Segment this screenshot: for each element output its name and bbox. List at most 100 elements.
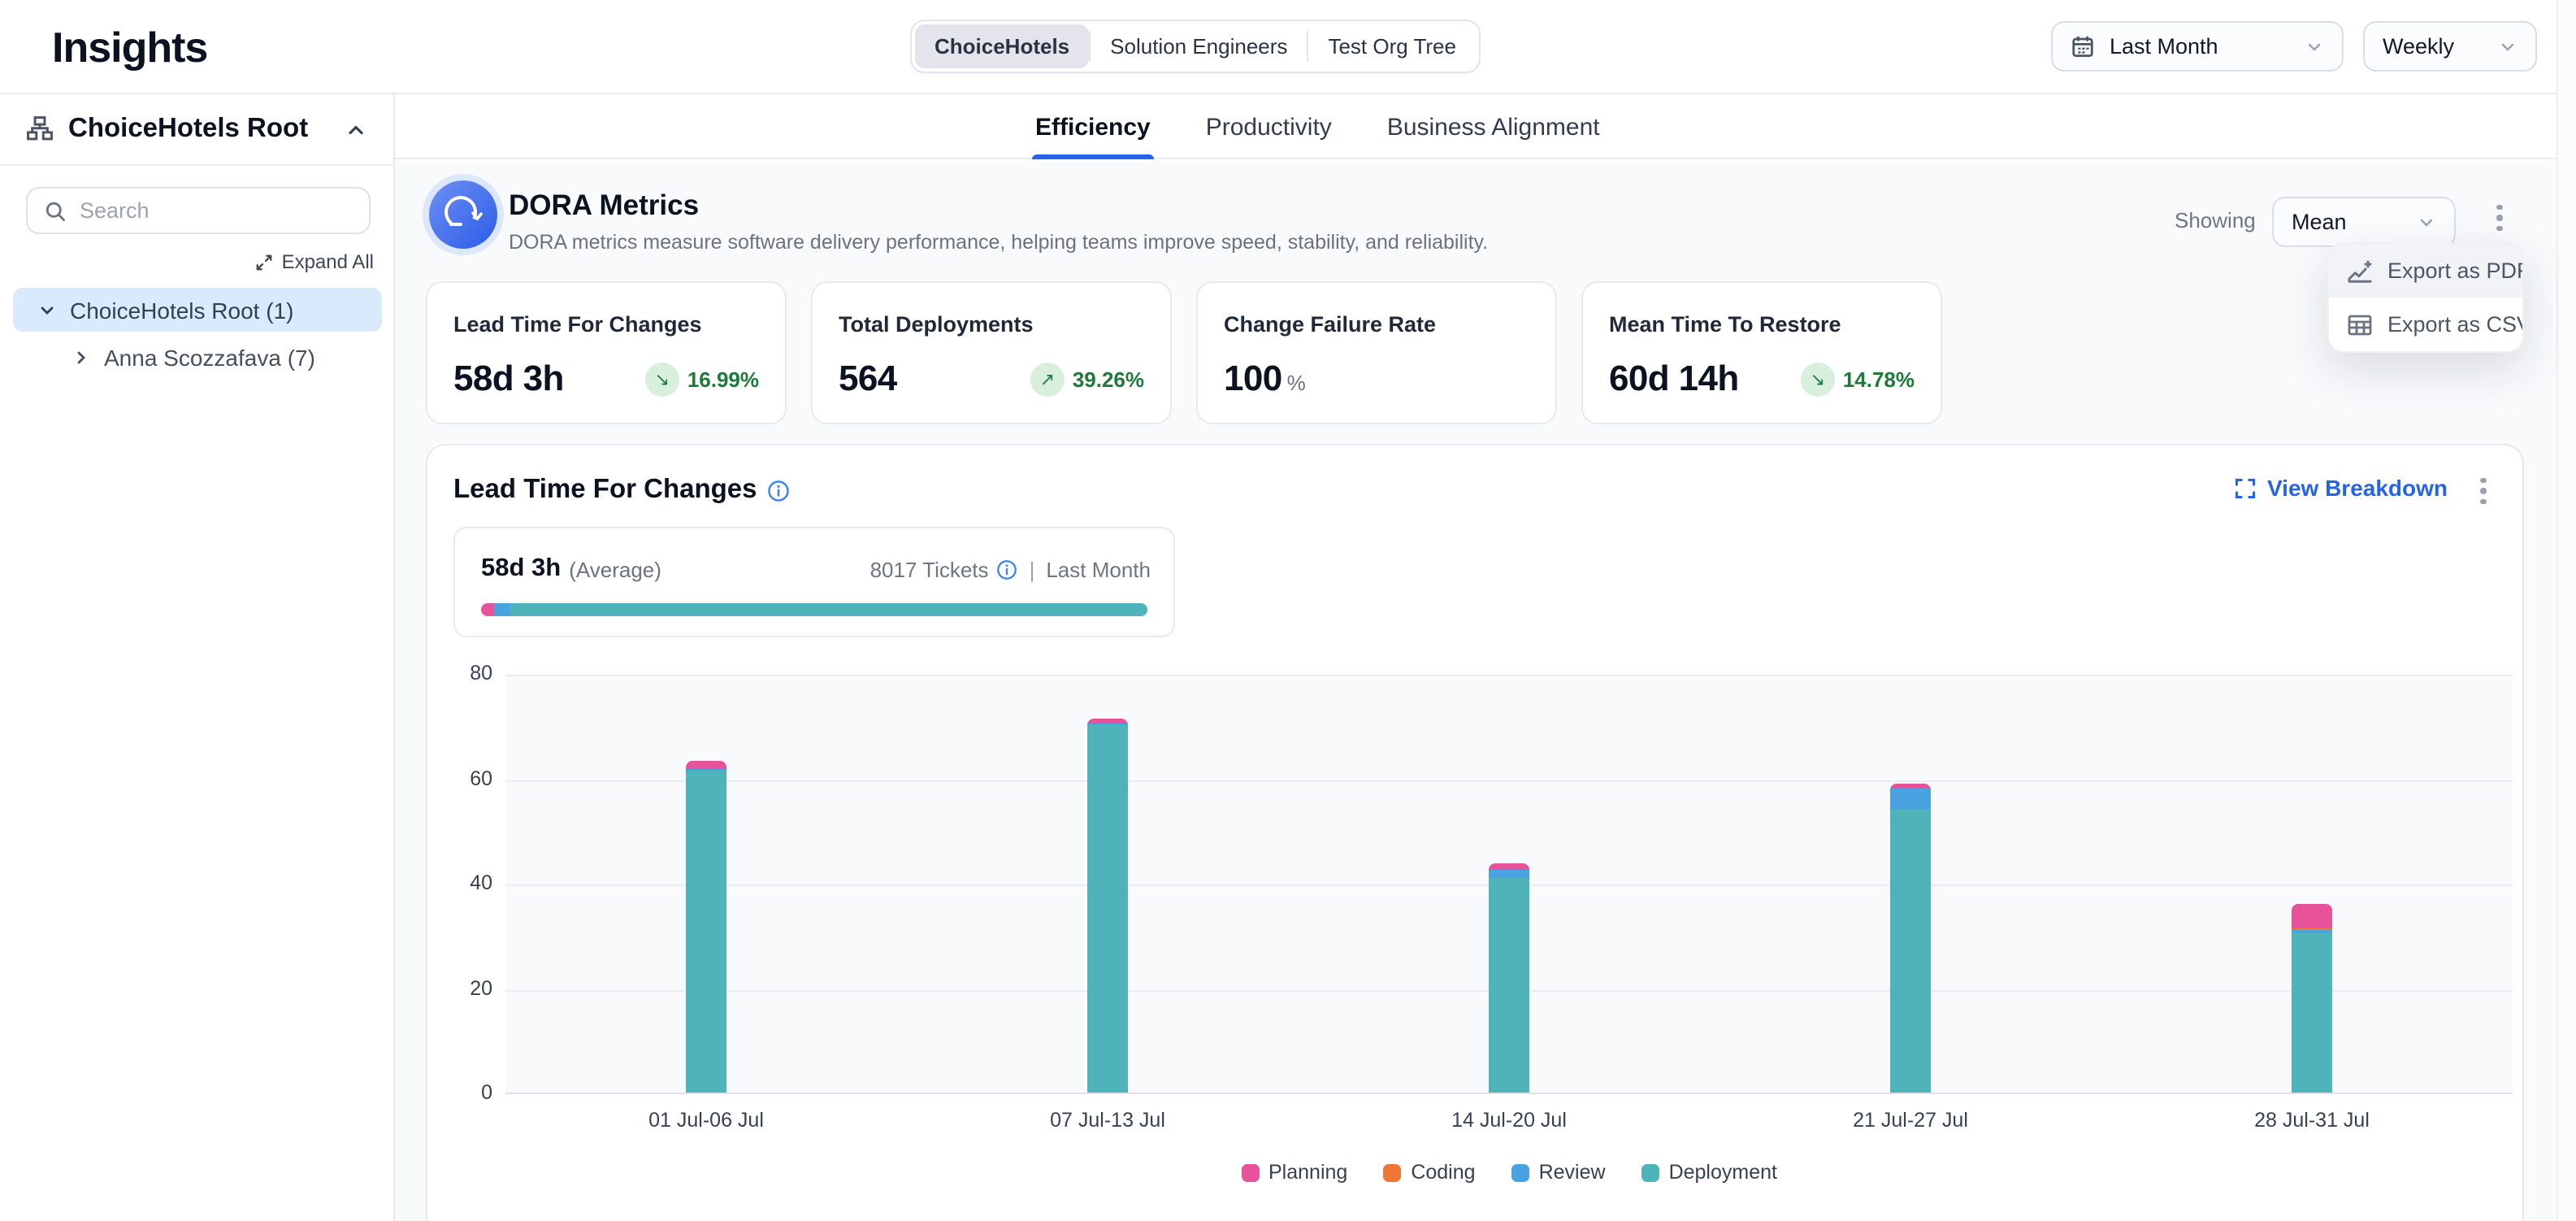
trend-percent: 14.78% [1843,367,1915,391]
expand-corners-icon [2235,477,2256,498]
stacked-bar-3[interactable] [1489,863,1529,1093]
trend-badge: ↘ 14.78% [1801,362,1915,396]
chart-line-plus-icon [2347,258,2373,284]
export-menu: Export as PDF Export as CSV [2327,242,2524,353]
stacked-bar-5[interactable] [2292,904,2332,1093]
metric-title: Mean Time To Restore [1609,312,1915,337]
legend-item-review: Review [1511,1161,1606,1184]
chevron-up-icon[interactable] [345,118,367,141]
stacked-bar-2[interactable] [1087,719,1128,1093]
trend-up-icon: ↗ [1030,362,1065,396]
progress-segment-planning [481,603,494,616]
metric-card-change-failure-rate: Change Failure Rate 100% [1196,281,1557,424]
chevron-right-icon[interactable] [72,347,91,367]
gridline [505,675,2513,676]
x-tick-label: 21 Jul-27 Jul [1797,1109,2024,1132]
metric-title: Total Deployments [839,312,1144,337]
legend-label: Deployment [1669,1161,1777,1184]
bar-segment-planning [1489,863,1529,870]
showing-label: Showing [2175,208,2256,232]
trend-down-icon: ↘ [645,362,679,396]
org-tab-test-org-tree[interactable]: Test Org Tree [1308,24,1476,68]
export-pdf-menu-item[interactable]: Export as PDF [2329,244,2522,298]
aggregation-value: Mean [2292,210,2347,234]
expand-arrows-icon [256,253,274,271]
summary-qualifier: (Average) [569,557,661,581]
bar-segment-deployment [1489,878,1529,1093]
lead-time-section: Lead Time For Changes View Breakdown [426,444,2524,1221]
metric-card-lead-time: Lead Time For Changes 58d 3h ↘ 16.99% [426,281,787,424]
main-area: Efficiency Productivity Business Alignme… [395,94,2556,1221]
search-input[interactable] [80,198,353,223]
bar-segment-review [1890,789,1931,810]
bar-segment-review [1489,870,1529,878]
date-range-select[interactable]: Last Month [2051,21,2344,72]
app-window: Insights ChoiceHotels Solution Engineers… [0,0,2576,1221]
aggregation-select[interactable]: Mean [2272,197,2456,247]
metric-value: 100% [1224,358,1305,400]
x-tick-label: 14 Jul-20 Jul [1395,1109,1623,1132]
bar-segment-planning [2292,904,2332,928]
page-title: Insights [52,23,207,73]
legend-swatch [1241,1163,1259,1181]
trend-percent: 16.99% [687,367,759,391]
bar-segment-deployment [1087,726,1128,1093]
chevron-down-icon [2417,212,2436,232]
trend-badge: ↗ 39.26% [1030,362,1144,396]
bar-segment-deployment [686,771,726,1093]
y-tick-label: 80 [450,662,492,684]
chevron-down-icon [2305,37,2324,56]
tree-item-anna[interactable]: Anna Scozzafava (7) [13,335,382,379]
x-tick-label: 01 Jul-06 Jul [592,1109,820,1132]
tab-productivity[interactable]: Productivity [1203,94,1335,159]
section-overflow-menu-button[interactable] [2469,470,2498,512]
tickets-count: 8017 Tickets [870,557,989,581]
granularity-select[interactable]: Weekly [2363,21,2537,72]
org-tab-solution-engineers[interactable]: Solution Engineers [1091,24,1307,68]
org-tab-choicehotels[interactable]: ChoiceHotels [915,24,1089,68]
trend-badge: ↘ 16.99% [645,362,759,396]
export-csv-menu-item[interactable]: Export as CSV [2329,298,2522,351]
dora-metrics-title: DORA Metrics [509,189,699,223]
scrollbar-track[interactable] [2556,0,2576,1221]
legend-item-planning: Planning [1241,1161,1347,1184]
y-tick-label: 60 [450,767,492,789]
separator: | [1026,557,1039,581]
stacked-bar-1[interactable] [686,761,726,1093]
view-breakdown-button[interactable]: View Breakdown [2235,475,2448,501]
legend-label: Review [1539,1161,1606,1184]
org-switcher: ChoiceHotels Solution Engineers Test Org… [910,20,1481,73]
trend-percent: 39.26% [1073,367,1144,391]
y-tick-label: 40 [450,871,492,894]
legend-label: Coding [1411,1161,1475,1184]
tab-business-alignment[interactable]: Business Alignment [1384,94,1603,159]
sidebar-search[interactable] [26,187,371,234]
chevron-down-icon[interactable] [37,300,57,319]
main-tabs: Efficiency Productivity Business Alignme… [395,94,2556,159]
search-icon [44,199,67,222]
progress-segment-review [494,603,510,616]
trend-down-icon: ↘ [1801,362,1835,396]
sidebar-title: ChoiceHotels Root [68,114,330,145]
bar-segment-deployment [1890,810,1931,1093]
summary-value: 58d 3h [481,554,561,584]
expand-all-button[interactable]: Expand All [256,250,374,273]
info-icon[interactable] [997,558,1018,580]
tree-item-root[interactable]: ChoiceHotels Root (1) [13,288,382,332]
metric-value: 60d 14h [1609,358,1739,400]
dora-metrics-icon [429,180,497,249]
export-csv-label: Export as CSV [2387,312,2524,337]
legend-swatch [1511,1163,1529,1181]
tab-efficiency[interactable]: Efficiency [1032,94,1154,159]
content-area: DORA Metrics DORA metrics measure softwa… [395,161,2556,1221]
top-header: Insights ChoiceHotels Solution Engineers… [0,0,2576,94]
date-range-value: Last Month [2110,34,2218,59]
bar-segment-deployment [2292,932,2332,1093]
view-breakdown-label: View Breakdown [2267,475,2448,501]
metric-unit: % [1287,371,1306,395]
chart-plot [505,675,2513,1094]
chart-legend: Planning Coding Review Deployment [505,1161,2513,1184]
dora-overflow-menu-button[interactable] [2485,197,2514,239]
stacked-bar-4[interactable] [1890,784,1931,1093]
info-icon[interactable] [767,479,790,502]
